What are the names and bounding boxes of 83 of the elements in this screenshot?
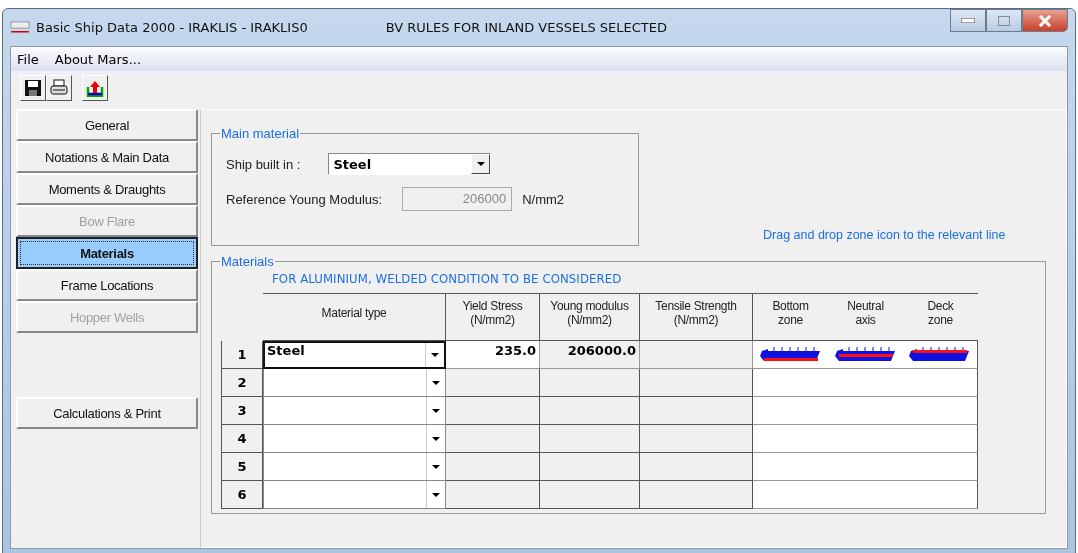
table-cell[interactable] (446, 453, 540, 481)
unit-label: N/mm2 (522, 191, 564, 207)
table-cell[interactable] (540, 369, 640, 397)
zone-cell[interactable] (753, 369, 828, 397)
table-cell: 206000.0 (540, 341, 640, 369)
material-type-dropdown[interactable] (263, 425, 446, 453)
column-header: Yield Stress (N/mm2) (446, 293, 540, 341)
zone-cell[interactable] (753, 481, 828, 509)
dropdown-arrow-icon (431, 353, 439, 357)
field-label: Reference Young Modulus: (226, 191, 383, 207)
sidebar-tab[interactable]: General (16, 109, 198, 141)
table-cell[interactable] (540, 425, 640, 453)
maximize-button[interactable] (986, 9, 1022, 32)
material-type-dropdown[interactable]: Steel (263, 341, 446, 369)
group-title: Materials (220, 254, 275, 269)
ship-zone-icon[interactable] (909, 346, 971, 363)
maximize-icon (998, 15, 1010, 26)
dropdown-arrow-icon (432, 464, 440, 469)
field-label: Ship built in : (226, 156, 301, 172)
calculations-print-button[interactable]: Calculations & Print (16, 397, 198, 429)
hint-text: Drag and drop zone icon to the relevant line (763, 228, 1006, 242)
table-cell[interactable] (446, 425, 540, 453)
dropdown-arrow-icon (432, 380, 440, 385)
note-text: FOR ALUMINIUM, WELDED CONDITION TO BE CONSIDERED (272, 271, 623, 286)
table-cell[interactable] (540, 453, 640, 481)
zone-cell[interactable] (753, 453, 828, 481)
zone-cell[interactable] (903, 453, 978, 481)
dropdown-arrow-icon (476, 162, 485, 166)
zone-cell[interactable] (753, 397, 828, 425)
material-type-dropdown[interactable] (263, 397, 446, 425)
zone-cell[interactable] (903, 369, 978, 397)
column-header: Material type (263, 293, 446, 341)
column-header: Deck zone (903, 293, 978, 341)
row-number: 3 (221, 397, 263, 425)
menu-item[interactable]: About Mars... (48, 51, 152, 67)
menu-item[interactable]: File (11, 51, 49, 67)
dropdown-arrow-icon (432, 436, 440, 441)
zone-cell[interactable] (903, 341, 978, 369)
window-subtitle: BV RULES FOR INLAND VESSELS SELECTED (385, 20, 667, 35)
ship-built-in-dropdown[interactable]: Steel (328, 153, 492, 175)
material-type-dropdown[interactable] (263, 369, 446, 397)
sidebar-tab[interactable]: Moments & Draughts (16, 173, 198, 205)
minimize-icon (961, 18, 975, 23)
row-number: 1 (221, 341, 263, 369)
column-header: Young modulus (N/mm2) (540, 293, 640, 341)
table-cell[interactable] (446, 481, 540, 509)
ship-zone-icon[interactable] (759, 346, 822, 363)
print-button[interactable] (46, 75, 72, 101)
material-type-dropdown[interactable] (263, 481, 446, 509)
close-icon (1038, 14, 1052, 27)
column-header: Neutral axis (828, 293, 903, 341)
table-cell[interactable] (446, 397, 540, 425)
table-cell[interactable] (446, 369, 540, 397)
row-number: 6 (221, 481, 263, 509)
zone-cell[interactable] (753, 341, 828, 369)
app-icon (10, 19, 30, 36)
dropdown-arrow-icon (432, 408, 440, 413)
column-header: Tensile Strength (N/mm2) (640, 293, 753, 341)
zone-cell[interactable] (753, 425, 828, 453)
column-header: Bottom zone (753, 293, 828, 341)
save-button[interactable] (20, 75, 46, 101)
table-cell[interactable]: 235.0 (446, 341, 540, 369)
row-number: 5 (221, 453, 263, 481)
table-cell[interactable] (540, 397, 640, 425)
zone-cell[interactable] (903, 481, 978, 509)
sidebar-tab[interactable]: Materials (16, 237, 198, 269)
export-button[interactable] (82, 75, 108, 101)
dropdown-arrow-icon (432, 492, 440, 497)
row-number: 2 (221, 369, 263, 397)
minimize-button[interactable] (950, 9, 986, 32)
sidebar-tab[interactable]: Notations & Main Data (16, 141, 198, 173)
sidebar-tab[interactable]: Frame Locations (16, 269, 198, 301)
export-icon (86, 79, 104, 97)
table-cell[interactable] (540, 481, 640, 509)
close-button[interactable] (1022, 9, 1068, 32)
zone-cell[interactable] (903, 425, 978, 453)
zone-cell[interactable] (903, 397, 978, 425)
row-number: 4 (221, 425, 263, 453)
group-title: Main material (220, 126, 301, 141)
window-title: Basic Ship Data 2000 - IRAKLIS - IRAKLIS0 (36, 20, 308, 35)
printer-icon (50, 79, 68, 97)
ship-zone-icon[interactable] (834, 346, 897, 363)
material-type-dropdown[interactable] (263, 453, 446, 481)
